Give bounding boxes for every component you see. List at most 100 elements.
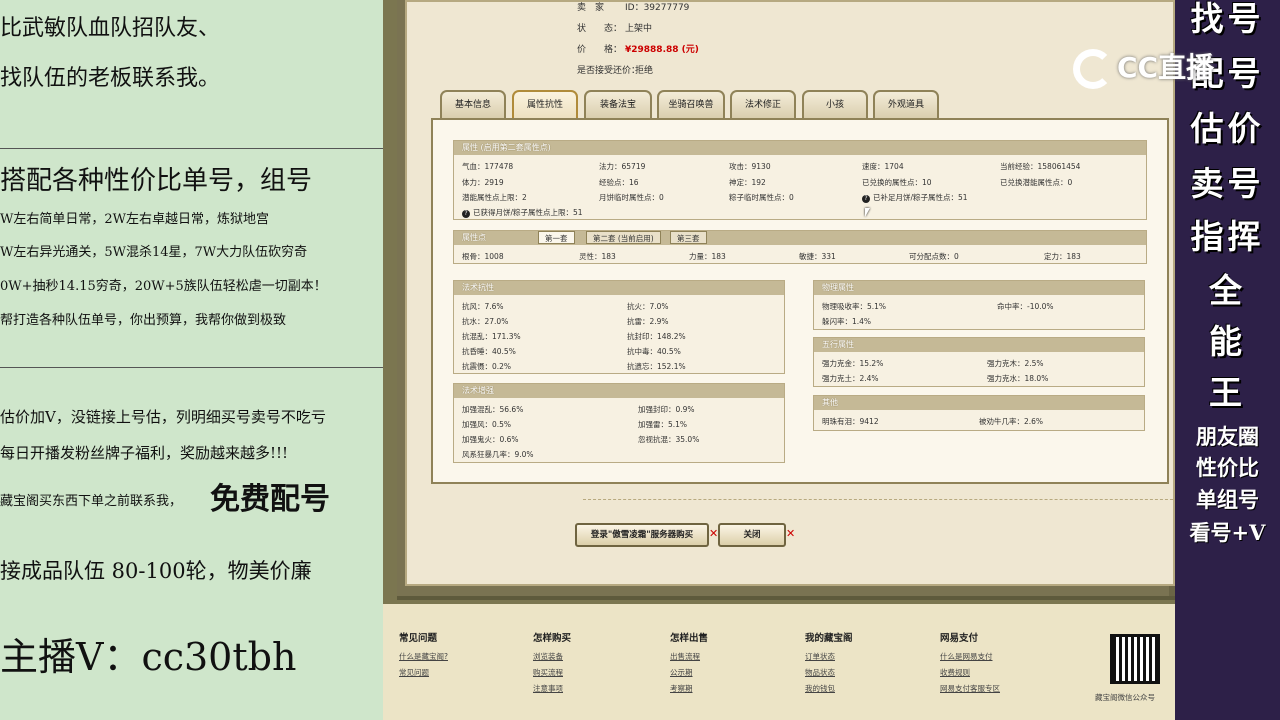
- footer-link[interactable]: 考察期: [670, 683, 708, 694]
- promo-line: 藏宝阁买东西下单之前联系我，: [0, 494, 183, 509]
- tab-set-1[interactable]: 第一套: [538, 231, 575, 244]
- footer-col-buy: 怎样购买 浏览装备 购买流程 注意事项: [533, 630, 571, 699]
- enhance-value: 忽视抗混：35.0%: [638, 435, 700, 444]
- resist-value: 抗遗忘：152.1%: [627, 362, 686, 371]
- footer-link[interactable]: 什么是网易支付: [940, 651, 1000, 662]
- enhance-value: 加强封印：0.9%: [638, 405, 695, 414]
- footer-link[interactable]: 订单状态: [805, 651, 853, 662]
- footer-link[interactable]: 出售流程: [670, 651, 708, 662]
- resist-value: 抗昏睡：40.5%: [462, 347, 516, 356]
- divider: [0, 148, 383, 149]
- enhance-value: 加强风：0.5%: [462, 420, 512, 429]
- tab-attributes[interactable]: 属性抗性: [512, 90, 578, 120]
- resist-value: 抗火：7.0%: [627, 302, 669, 311]
- banner-text: 指挥: [1190, 217, 1265, 256]
- enhance-value: 风系狂暴几率：9.0%: [462, 450, 534, 459]
- detail-panel: 卖 家 ID：39277779 状 态： 上架中 价 格： ¥29888.88 (元)…: [397, 0, 1175, 596]
- physical-section: 物理属性 物理吸收率：5.1% 命中率：-10.0% 躲闪率：1.4%: [813, 280, 1145, 330]
- other-section: 其他 明珠有泪：9412 被劝牛几率：2.6%: [813, 395, 1145, 431]
- promo-panel: 比武敏队血队招队友、 找队伍的老板联系我。 搭配各种性价比单号，组号 W左右简单…: [0, 0, 383, 720]
- detail-paper: 卖 家 ID：39277779 状 态： 上架中 价 格： ¥29888.88 (元)…: [405, 0, 1175, 586]
- status-value: 上架中: [625, 24, 653, 34]
- resist-value: 抗震慑：0.2%: [462, 362, 512, 371]
- stat-filled-points-text: 已补足月饼/粽子属性点：51: [873, 193, 968, 202]
- stat-zongzi-temp: 粽子临时属性点：0: [729, 193, 794, 202]
- element-value: 强力克金：15.2%: [822, 359, 884, 368]
- qr-label: 藏宝阁微信公众号: [1095, 693, 1155, 702]
- physical-value: 物理吸收率：5.1%: [822, 302, 887, 311]
- tab-children[interactable]: 小孩: [802, 90, 868, 120]
- stat-endurance: 定力：183: [1044, 252, 1081, 261]
- stat-hp: 气血：177478: [462, 162, 514, 171]
- help-icon[interactable]: ?: [862, 195, 870, 203]
- stat-exchanged-potential: 已兑换潜能属性点：0: [1000, 178, 1073, 187]
- login-purchase-button[interactable]: 登录"傲雪凌霜"服务器购买: [575, 523, 709, 547]
- help-icon[interactable]: ?: [462, 210, 470, 218]
- resist-value: 抗雷：2.9%: [627, 317, 669, 326]
- tab-appearance[interactable]: 外观道具: [873, 90, 939, 120]
- footer-link[interactable]: 物品状态: [805, 667, 853, 678]
- banner-text: 找号: [1190, 0, 1265, 38]
- promo-line: 比武敏队血队招队友、: [0, 16, 221, 41]
- stat-agility: 敏捷：331: [799, 252, 836, 261]
- divider: [583, 499, 1175, 500]
- stat-exchanged-points: 已兑换的属性点：10: [862, 178, 932, 187]
- stat-free-points: 可分配点数：0: [909, 252, 959, 261]
- promo-line: 找队伍的老板联系我。: [0, 66, 221, 91]
- stat-strength: 力量：183: [689, 252, 726, 261]
- free-match-text: 免费配号: [210, 482, 330, 517]
- stat-focus: 神定：192: [729, 178, 766, 187]
- stat-potential-cap: 潜能属性点上限：2: [462, 193, 527, 202]
- banner-subtext: 朋友圈: [1196, 424, 1259, 449]
- site-footer: 常见问题 什么是藏宝阁? 常见问题 怎样购买 浏览装备 购买流程 注意事项 怎样…: [383, 600, 1175, 720]
- bargain-label: 是否接受还价：: [577, 66, 641, 76]
- footer-link[interactable]: 购买流程: [533, 667, 571, 678]
- footer-link[interactable]: 我的钱包: [805, 683, 853, 694]
- mouse-cursor-icon: [865, 208, 870, 217]
- tab-spell-correction[interactable]: 法术修正: [730, 90, 796, 120]
- resist-value: 抗混乱：171.3%: [462, 332, 521, 341]
- other-value: 明珠有泪：9412: [822, 417, 879, 426]
- physical-value: 躲闪率：1.4%: [822, 317, 872, 326]
- stat-mp: 法力：65719: [599, 162, 646, 171]
- footer-col-sell: 怎样出售 出售流程 公示期 考察期: [670, 630, 708, 699]
- promo-line: W左右异光通关，5W混杀14星，7W大力队伍砍穷奇: [0, 245, 308, 260]
- banner-subtext: 性价比: [1196, 455, 1259, 480]
- footer-col-title: 网易支付: [940, 633, 979, 644]
- stat-exp: 当前经验：158061454: [1000, 162, 1081, 171]
- tab-set-2[interactable]: 第二套 (当前启用): [586, 231, 661, 244]
- banner-subtext: 看号+V: [1189, 520, 1266, 545]
- section-title: 法术抗性: [454, 281, 784, 295]
- banner-subtext: 单组号: [1196, 487, 1259, 512]
- footer-link[interactable]: 网易支付客服专区: [940, 683, 1000, 694]
- footer-link[interactable]: 浏览装备: [533, 651, 571, 662]
- promo-line: 帮打造各种队伍单号，你出预算，我帮你做到极致: [0, 313, 287, 328]
- footer-link[interactable]: 收费规则: [940, 667, 1000, 678]
- element-value: 强力克土：2.4%: [822, 374, 879, 383]
- footer-link[interactable]: 注意事项: [533, 683, 571, 694]
- footer-link[interactable]: 公示期: [670, 667, 708, 678]
- banner-text: 能: [1209, 322, 1246, 361]
- close-icon: ✕: [786, 527, 796, 540]
- tab-mounts-pets[interactable]: 坐骑召唤兽: [657, 90, 725, 120]
- section-title: 其他: [814, 396, 1144, 410]
- footer-link[interactable]: 常见问题: [399, 667, 448, 678]
- other-value: 被劝牛几率：2.6%: [979, 417, 1044, 426]
- footer-link[interactable]: 什么是藏宝阁?: [399, 651, 448, 662]
- seller-value: ID：39277779: [625, 3, 690, 13]
- resist-value: 抗中毒：40.5%: [627, 347, 681, 356]
- tab-equipment[interactable]: 装备法宝: [584, 90, 652, 120]
- stat-speed: 速度：1704: [862, 162, 904, 171]
- resist-value: 抗水：27.0%: [462, 317, 509, 326]
- banner-text: 估价: [1190, 109, 1265, 148]
- footer-col-pay: 网易支付 什么是网易支付 收费规则 网易支付客服专区: [940, 630, 1000, 699]
- footer-col-title: 怎样出售: [670, 633, 709, 644]
- section-title: 五行属性: [814, 338, 1144, 352]
- footer-col-my: 我的藏宝阁 订单状态 物品状态 我的钱包: [805, 630, 853, 699]
- close-button[interactable]: 关闭: [718, 523, 786, 547]
- tab-set-3[interactable]: 第三套: [670, 231, 707, 244]
- right-banner: 找号 配号 估价 卖号 指挥 全 能 王 朋友圈 性价比 单组号 看号+V: [1175, 0, 1280, 720]
- section-title: 属性 (启用第二套属性点): [454, 141, 1146, 155]
- tab-basic-info[interactable]: 基本信息: [440, 90, 506, 120]
- points-section: 属性点 第一套 第二套 (当前启用) 第三套 根骨：1008 灵性：183 力量…: [453, 230, 1147, 264]
